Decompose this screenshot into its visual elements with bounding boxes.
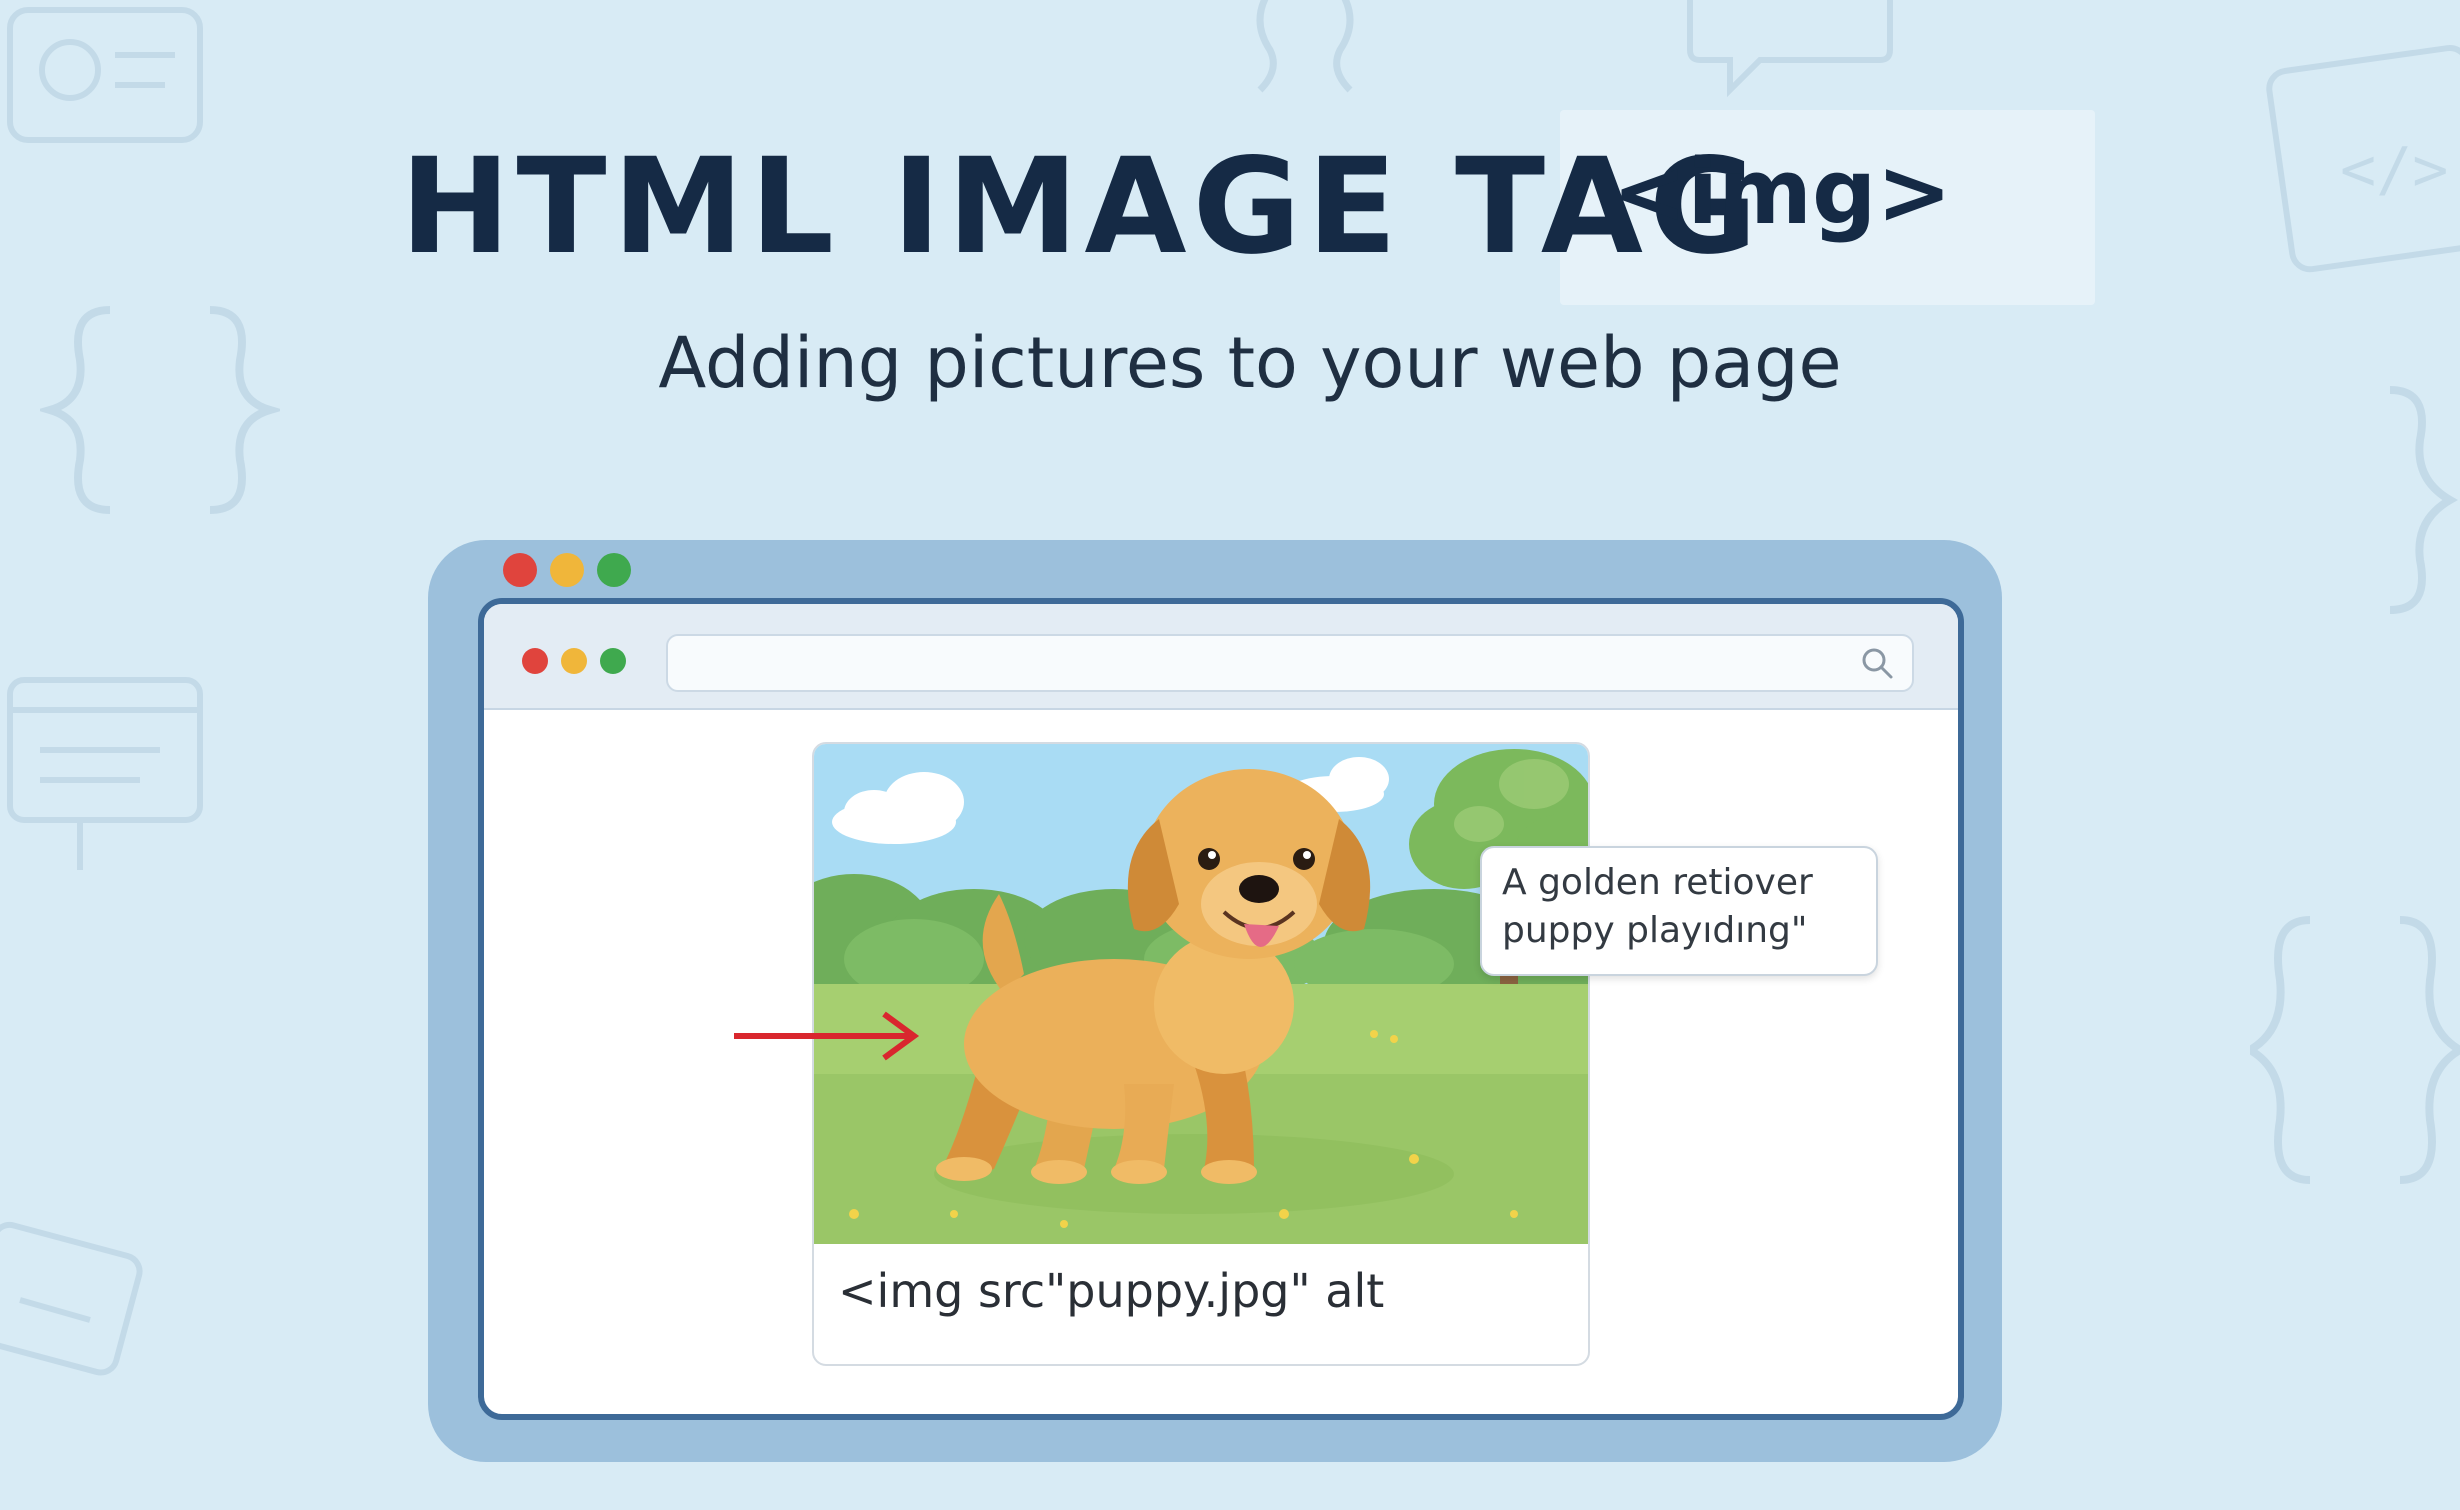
background-decoration-brace-lower-right-icon xyxy=(2250,900,2460,1200)
background-decoration-chat-icon xyxy=(1670,0,1910,110)
minimize-dot[interactable] xyxy=(550,553,584,587)
puppy-illustration xyxy=(814,744,1588,1244)
browser-toolbar xyxy=(484,604,1958,710)
title-img-tag: <img> xyxy=(1612,140,1952,245)
search-icon[interactable] xyxy=(1860,646,1894,680)
browser-maximize-dot[interactable] xyxy=(600,648,626,674)
alt-text-line-1: A golden retiover xyxy=(1502,862,1813,903)
browser-minimize-dot[interactable] xyxy=(561,648,587,674)
alt-text-line-2: puppy playıdıng" xyxy=(1502,910,1808,951)
background-decoration-braces-top-icon xyxy=(1230,0,1390,100)
browser-close-dot[interactable] xyxy=(522,648,548,674)
outer-window-controls xyxy=(503,553,631,587)
maximize-dot[interactable] xyxy=(597,553,631,587)
address-bar[interactable] xyxy=(666,634,1914,692)
browser-window-controls xyxy=(522,648,626,674)
background-decoration-brace-right-icon xyxy=(2360,370,2460,630)
alt-text-tooltip: A golden retiover puppy playıdıng" xyxy=(1480,846,1878,976)
img-code-caption: <img src"puppy.jpg" alt xyxy=(838,1264,1385,1318)
close-dot[interactable] xyxy=(503,553,537,587)
page-subtitle: Adding pictures to your web page xyxy=(658,322,1842,404)
background-decoration-window-icon xyxy=(0,660,220,900)
background-decoration-card-icon xyxy=(0,1220,160,1400)
image-preview-card: <img src"puppy.jpg" alt xyxy=(812,742,1590,1366)
page-title: HTML IMAGE TAG xyxy=(400,130,1764,284)
red-arrow-icon xyxy=(734,1011,920,1061)
